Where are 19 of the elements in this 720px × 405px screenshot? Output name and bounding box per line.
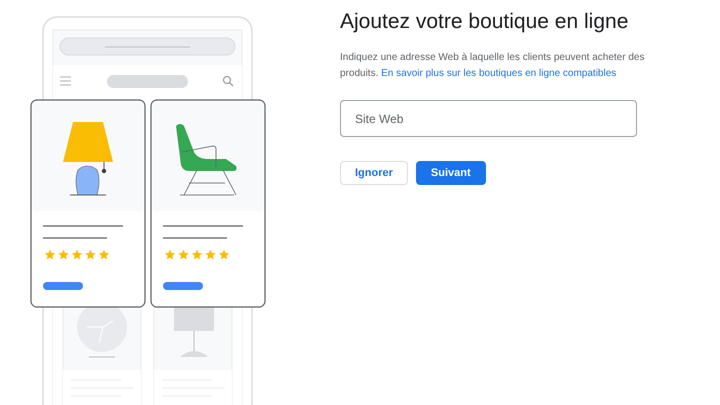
star-icon	[98, 250, 110, 260]
page-title: Ajoutez votre boutique en ligne	[340, 9, 630, 35]
learn-more-link[interactable]: En savoir plus sur les boutiques en ligne compatibles	[381, 68, 616, 79]
star-icon	[218, 250, 230, 260]
button-placeholder-bar	[43, 282, 83, 290]
next-button[interactable]: Suivant	[416, 161, 486, 185]
star-icon	[85, 250, 96, 260]
description-text: Indiquez une adresse Web à laquelle les clients peuvent acheter des produits. En savoir plus sur les boutiques en ligne compatibles	[340, 51, 646, 81]
star-icon	[44, 250, 56, 260]
star-icon	[72, 250, 82, 260]
star-icon	[164, 250, 176, 260]
button-placeholder-bar	[163, 282, 203, 290]
website-input-field[interactable]: Site Web	[340, 100, 637, 137]
star-icon	[192, 250, 202, 260]
chair-drawing	[176, 124, 237, 196]
star-icon	[58, 250, 69, 260]
star-icon	[178, 250, 189, 260]
star-icon	[205, 250, 216, 260]
skip-button[interactable]: Ignorer	[340, 161, 408, 185]
